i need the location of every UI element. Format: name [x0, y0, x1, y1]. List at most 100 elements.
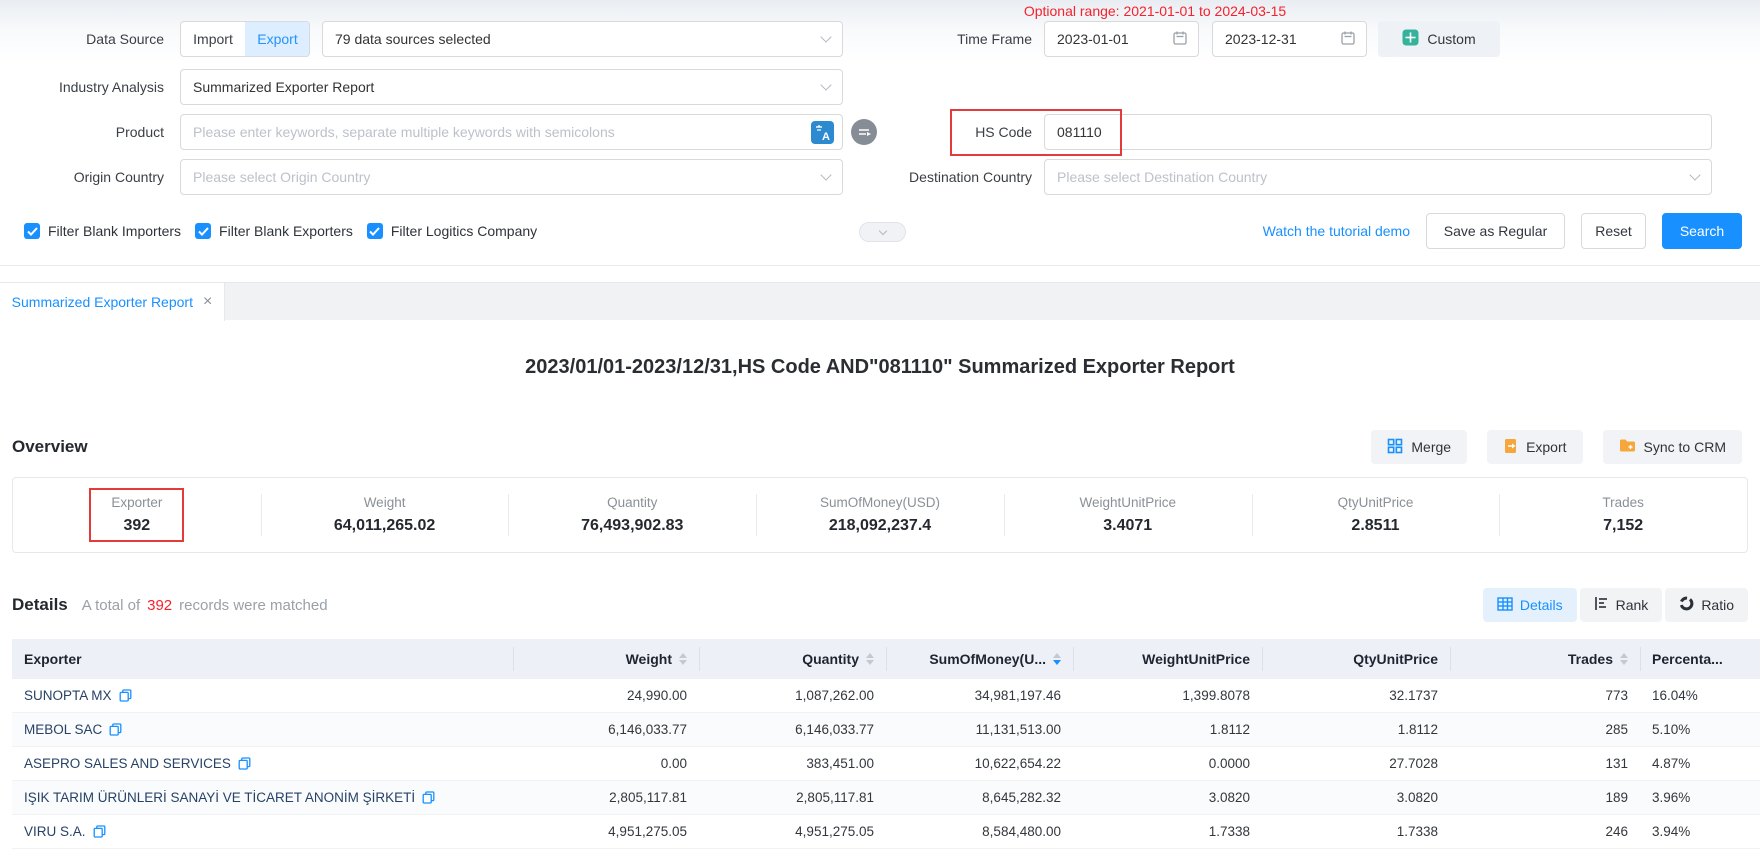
cell-wup: 3.0820: [1073, 790, 1262, 805]
stat-label: QtyUnitPrice: [1338, 495, 1414, 510]
chevron-down-icon: [820, 169, 831, 180]
exporter-name-link[interactable]: VIRU S.A.: [12, 824, 513, 839]
column-label: WeightUnitPrice: [1142, 651, 1250, 667]
sync-icon: [1619, 438, 1636, 456]
import-toggle-button[interactable]: Import: [181, 22, 245, 56]
exporter-name-link[interactable]: ASEPRO SALES AND SERVICES: [12, 756, 513, 771]
checkbox-check-icon[interactable]: [195, 223, 211, 239]
sort-icon[interactable]: [1620, 653, 1628, 665]
cell-qup: 1.8112: [1262, 722, 1450, 737]
ratio-view-button[interactable]: Ratio: [1665, 588, 1748, 622]
copy-icon[interactable]: [109, 723, 122, 736]
exporter-name-link[interactable]: IŞIK TARIM ÜRÜNLERİ SANAYİ VE TİCARET AN…: [12, 790, 513, 805]
industry-analysis-select[interactable]: Summarized Exporter Report: [180, 69, 843, 105]
filter-checkbox-1[interactable]: Filter Blank Exporters: [195, 223, 353, 239]
column-header-weight[interactable]: Weight: [513, 639, 699, 679]
cell-quantity: 2,805,117.81: [699, 790, 886, 805]
filter-checkbox-2[interactable]: Filter Logitics Company: [367, 223, 537, 239]
tab-bar: Summarized Exporter Report ×: [0, 282, 1760, 320]
close-icon[interactable]: ×: [203, 294, 212, 310]
copy-icon[interactable]: [238, 757, 251, 770]
checkbox-check-icon[interactable]: [367, 223, 383, 239]
column-label: Quantity: [802, 651, 859, 667]
table-body: SUNOPTA MX24,990.001,087,262.0034,981,19…: [12, 679, 1760, 849]
column-header-trades[interactable]: Trades: [1450, 639, 1640, 679]
export-toggle-button[interactable]: Export: [245, 22, 309, 56]
exporter-name[interactable]: MEBOL SAC: [24, 722, 102, 737]
exporter-name[interactable]: SUNOPTA MX: [24, 688, 112, 703]
reset-button[interactable]: Reset: [1581, 213, 1646, 249]
cell-sum: 8,645,282.32: [886, 790, 1073, 805]
copy-icon[interactable]: [93, 825, 106, 838]
save-as-regular-button[interactable]: Save as Regular: [1426, 213, 1565, 249]
cell-wup: 1,399.8078: [1073, 688, 1262, 703]
hs-code-input[interactable]: 081110: [1044, 114, 1712, 150]
summary-count: 392: [147, 597, 172, 614]
start-date-input[interactable]: 2023-01-01: [1044, 21, 1199, 57]
column-label: SumOfMoney(U...: [929, 651, 1046, 667]
column-header-sumofmoney-u-[interactable]: SumOfMoney(U...: [886, 639, 1073, 679]
exporter-name[interactable]: VIRU S.A.: [24, 824, 86, 839]
copy-icon[interactable]: [422, 791, 435, 804]
overview-row: Overview Merge Export Sync to CRM: [12, 429, 1742, 465]
destination-country-label: Destination Country: [880, 159, 1032, 195]
merge-button[interactable]: Merge: [1371, 430, 1467, 464]
data-sources-select[interactable]: 79 data sources selected: [322, 21, 843, 57]
collapse-filters-button[interactable]: [859, 222, 906, 242]
table-row: ASEPRO SALES AND SERVICES0.00383,451.001…: [12, 747, 1760, 781]
industry-analysis-value: Summarized Exporter Report: [193, 79, 374, 95]
exporter-name[interactable]: IŞIK TARIM ÜRÜNLERİ SANAYİ VE TİCARET AN…: [24, 790, 415, 805]
column-header-quantity[interactable]: Quantity: [699, 639, 886, 679]
checkbox-label: Filter Blank Exporters: [219, 223, 353, 239]
stat-content: SumOfMoney(USD)218,092,237.4: [798, 488, 962, 542]
merge-icon: [1387, 438, 1403, 457]
stat-item: Quantity76,493,902.83: [508, 478, 756, 552]
product-keywords-input[interactable]: Please enter keywords, separate multiple…: [180, 114, 843, 150]
cell-trades: 285: [1450, 722, 1640, 737]
cell-sum: 11,131,513.00: [886, 722, 1073, 737]
destination-country-select[interactable]: Please select Destination Country: [1044, 159, 1712, 195]
details-view-button[interactable]: Details: [1483, 588, 1577, 622]
export-button[interactable]: Export: [1487, 430, 1582, 464]
trade-data-app: Data Source Import Export 79 data source…: [0, 0, 1760, 849]
merge-label: Merge: [1411, 439, 1451, 455]
sort-icon[interactable]: [1053, 653, 1061, 665]
sync-to-crm-button[interactable]: Sync to CRM: [1603, 430, 1742, 464]
stat-label: SumOfMoney(USD): [820, 495, 940, 510]
cell-qup: 3.0820: [1262, 790, 1450, 805]
exclude-filter-icon[interactable]: [851, 119, 877, 145]
cell-wup: 1.7338: [1073, 824, 1262, 839]
stat-content: Quantity76,493,902.83: [559, 488, 705, 542]
table-row: SUNOPTA MX24,990.001,087,262.0034,981,19…: [12, 679, 1760, 713]
sort-icon[interactable]: [866, 653, 874, 665]
rank-view-button[interactable]: Rank: [1580, 588, 1663, 622]
tutorial-demo-link[interactable]: Watch the tutorial demo: [1263, 223, 1410, 239]
filter-panel: Data Source Import Export 79 data source…: [0, 0, 1760, 266]
cell-weight: 4,951,275.05: [513, 824, 699, 839]
search-button[interactable]: Search: [1662, 213, 1742, 249]
checkbox-check-icon[interactable]: [24, 223, 40, 239]
tab-summarized-exporter-report[interactable]: Summarized Exporter Report ×: [0, 283, 225, 321]
cell-trades: 246: [1450, 824, 1640, 839]
sync-label: Sync to CRM: [1644, 439, 1726, 455]
data-source-label: Data Source: [0, 21, 164, 57]
filter-checkbox-0[interactable]: Filter Blank Importers: [24, 223, 181, 239]
custom-date-button[interactable]: Custom: [1378, 21, 1500, 57]
summary-prefix: A total of: [82, 597, 140, 614]
end-date-input[interactable]: 2023-12-31: [1212, 21, 1367, 57]
copy-icon[interactable]: [119, 689, 132, 702]
origin-country-select[interactable]: Please select Origin Country: [180, 159, 843, 195]
cell-qup: 27.7028: [1262, 756, 1450, 771]
cell-pct: 3.94%: [1640, 824, 1760, 839]
exporter-name-link[interactable]: SUNOPTA MX: [12, 688, 513, 703]
translate-icon[interactable]: A: [811, 121, 834, 144]
table-row: VIRU S.A.4,951,275.054,951,275.058,584,4…: [12, 815, 1760, 849]
stat-label: Quantity: [607, 495, 657, 510]
exporter-name-link[interactable]: MEBOL SAC: [12, 722, 513, 737]
exporter-name[interactable]: ASEPRO SALES AND SERVICES: [24, 756, 231, 771]
details-table: ExporterWeightQuantitySumOfMoney(U...Wei…: [12, 639, 1760, 849]
rank-icon: [1594, 596, 1609, 614]
custom-icon: [1402, 29, 1419, 49]
sort-icon[interactable]: [679, 653, 687, 665]
origin-country-label: Origin Country: [0, 159, 164, 195]
